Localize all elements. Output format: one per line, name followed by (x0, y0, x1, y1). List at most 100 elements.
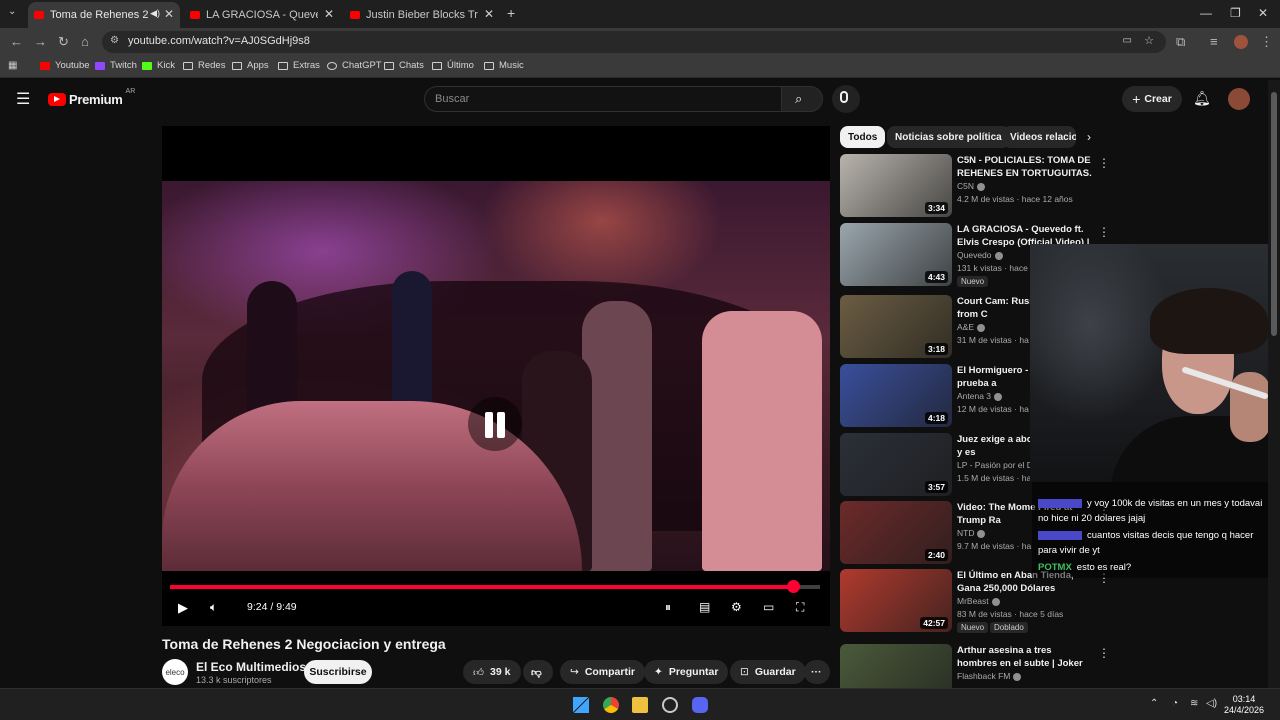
chip-related-videos[interactable]: Videos relacio (1002, 126, 1076, 148)
app-icon[interactable] (662, 697, 678, 713)
chrome-icon[interactable] (603, 697, 619, 713)
recommended-channel[interactable]: C5N (957, 181, 986, 191)
recommended-title[interactable]: C5N - POLICIALES: TOMA DE REHENES EN TOR… (957, 154, 1092, 180)
more-options-icon[interactable]: ⋮ (1098, 225, 1110, 239)
video-player[interactable]: ▶ 🔈︎ 9:24 / 9:49 ⏸ ▤ ⚙ ▭ ⛶ (162, 126, 830, 626)
reload-icon[interactable]: ↻ (58, 34, 69, 50)
progress-bar[interactable] (170, 580, 820, 593)
close-window-icon[interactable]: ✕ (1258, 6, 1268, 20)
home-icon[interactable]: ⌂ (81, 34, 89, 49)
chevron-right-icon[interactable]: › (1087, 130, 1091, 144)
video-thumbnail[interactable]: 3:18 (840, 295, 952, 358)
volume-icon[interactable]: 🔈︎ (210, 600, 217, 615)
video-thumbnail[interactable]: 2:40 (840, 501, 952, 564)
video-thumbnail[interactable]: 4:18 (840, 364, 952, 427)
bookmark-redes[interactable]: Redes (183, 60, 225, 71)
youtube-logo[interactable]: Premium AR (48, 88, 135, 107)
account-avatar[interactable] (1228, 88, 1250, 110)
url-text[interactable]: youtube.com/watch?v=AJ0SGdHj9s8 (128, 35, 310, 47)
video-thumbnail[interactable]: 3:34 (840, 154, 952, 217)
wifi-icon[interactable]: ≋ (1190, 698, 1198, 709)
recommended-channel[interactable]: NTD (957, 528, 986, 538)
bookmark-youtube[interactable]: Youtube (40, 60, 90, 71)
recommended-video[interactable]: 3:34 C5N - POLICIALES: TOMA DE REHENES EN… (840, 154, 1110, 218)
hamburger-menu-icon[interactable]: ☰ (16, 89, 30, 109)
search-button[interactable]: ⌕ (781, 86, 823, 112)
speaker-icon[interactable]: ◁) (1206, 698, 1217, 709)
like-button[interactable]: 👍︎ 39 k (463, 660, 521, 684)
tab-3[interactable]: Justin Bieber Blocks Traffic As R ✕ (344, 2, 500, 28)
close-tab-icon[interactable]: ✕ (324, 7, 334, 21)
video-thumbnail[interactable]: 4:43 (840, 223, 952, 286)
bookmark-ultimo[interactable]: Último (432, 60, 474, 71)
discord-icon[interactable] (692, 697, 708, 713)
bookmark-music[interactable]: Music (484, 60, 524, 71)
channel-avatar[interactable]: eleco (162, 659, 188, 685)
recommended-title[interactable]: Arthur asesina a tres hombres en el subt… (957, 644, 1092, 670)
bookmark-extras[interactable]: Extras (278, 60, 320, 71)
bookmark-chatgpt[interactable]: ChatGPT (327, 60, 382, 71)
recommended-video[interactable]: 42:57 El Último en Aban Tienda, Gana 250,… (840, 569, 1110, 633)
playlist-icon[interactable]: ≡ (1210, 34, 1218, 49)
extensions-icon[interactable]: ⧉ (1176, 34, 1185, 50)
pause-overlay-button[interactable] (468, 397, 522, 451)
settings-gear-icon[interactable]: ⚙ (731, 600, 742, 614)
progress-scrubber[interactable] (786, 580, 800, 593)
restore-icon[interactable]: ❐ (1230, 6, 1241, 20)
channel-name[interactable]: El Eco Multimedios (196, 660, 306, 674)
cast-icon[interactable]: ▭ (1123, 35, 1132, 46)
recommended-channel[interactable]: Flashback FM (957, 671, 1022, 681)
tab-active[interactable]: Toma de Rehenes 2 Negociac ◀) ✕ (28, 2, 180, 28)
chip-all[interactable]: Todos (840, 126, 886, 148)
subtitles-icon[interactable]: ▤ (699, 600, 710, 614)
ask-button[interactable]: ✦ Preguntar (644, 660, 729, 684)
site-info-icon[interactable]: ⚙ (110, 35, 119, 46)
new-tab-icon[interactable]: + (507, 5, 515, 21)
scrollbar-thumb[interactable] (1271, 92, 1277, 336)
autoplay-toggle-icon[interactable]: ⏸ (665, 600, 671, 615)
page-scrollbar[interactable] (1268, 80, 1280, 688)
more-options-icon[interactable]: ⋮ (1098, 156, 1110, 170)
tab-search-icon[interactable]: ⌄ (8, 6, 16, 17)
chip-politics-news[interactable]: Noticias sobre política (887, 126, 1010, 148)
notifications-bell-icon[interactable]: 🔔︎ (1193, 90, 1211, 107)
back-icon[interactable]: ← (10, 34, 23, 49)
recommended-channel[interactable]: A&E (957, 322, 986, 332)
profile-avatar[interactable] (1234, 35, 1248, 49)
tab-2[interactable]: LA GRACIOSA - Quevedo ft. Elvi ✕ (184, 2, 340, 28)
forward-icon[interactable]: → (34, 34, 47, 49)
theater-mode-icon[interactable]: ▭ (763, 600, 774, 614)
recommended-channel[interactable]: Antena 3 (957, 391, 1003, 401)
network-icon[interactable]: ◔ (1172, 698, 1178, 709)
file-explorer-icon[interactable] (632, 697, 648, 713)
close-tab-icon[interactable]: ✕ (484, 7, 494, 21)
more-actions-button[interactable]: ··· (804, 660, 830, 684)
subscribe-button[interactable]: Suscribirse (304, 660, 372, 684)
tray-chevron-icon[interactable]: ⌃ (1150, 698, 1158, 709)
apps-grid-icon[interactable]: ▦ (8, 60, 17, 71)
save-button[interactable]: ⊡ Guardar (730, 660, 806, 684)
share-button[interactable]: ↪ Compartir (560, 660, 645, 684)
dislike-button[interactable]: 👎︎ (523, 660, 553, 684)
more-options-icon[interactable]: ⋮ (1098, 646, 1110, 660)
bookmark-star-icon[interactable]: ☆ (1144, 34, 1154, 47)
bookmark-kick[interactable]: Kick (142, 60, 175, 71)
fullscreen-icon[interactable]: ⛶ (796, 600, 804, 615)
omnibox[interactable]: ⚙ youtube.com/watch?v=AJ0SGdHj9s8 ▭ ☆ (102, 31, 1166, 53)
voice-search-button[interactable] (832, 85, 860, 113)
menu-dots-icon[interactable]: ⋮ (1260, 34, 1273, 50)
video-thumbnail[interactable]: 3:57 (840, 433, 952, 496)
bookmark-twitch[interactable]: Twitch (95, 60, 137, 71)
bookmark-chats[interactable]: Chats (384, 60, 424, 71)
minimize-icon[interactable]: — (1200, 6, 1212, 20)
recommended-channel[interactable]: MrBeast (957, 596, 1000, 606)
video-frame[interactable] (162, 181, 830, 571)
close-tab-icon[interactable]: ✕ (164, 7, 174, 21)
video-thumbnail[interactable]: 42:57 (840, 569, 952, 632)
audio-icon[interactable]: ◀) (150, 8, 160, 19)
search-input[interactable]: Buscar (424, 86, 782, 112)
play-icon[interactable]: ▶ (178, 600, 188, 616)
recommended-channel[interactable]: Quevedo (957, 250, 1003, 260)
windows-start-icon[interactable] (573, 697, 589, 713)
create-button[interactable]: + Crear (1122, 86, 1182, 112)
